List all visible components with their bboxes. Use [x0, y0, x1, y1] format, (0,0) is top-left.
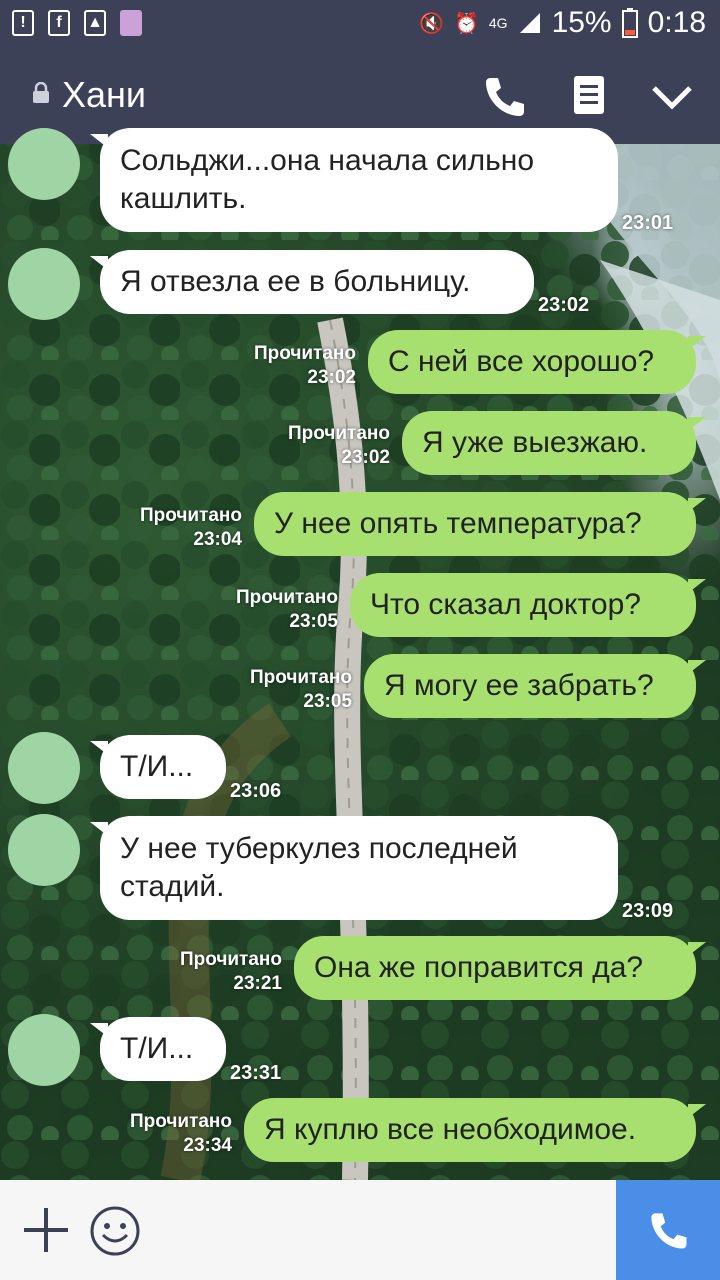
incoming-message[interactable]: Т/И...: [90, 735, 226, 799]
signal-icon: [519, 13, 540, 33]
read-label: Прочитано: [179, 949, 282, 970]
read-receipt: Прочитано 23:02: [244, 342, 356, 390]
message-text: Что сказал доктор?: [370, 588, 641, 621]
read-receipt: Прочитано 23:21: [170, 948, 282, 996]
image-icon: ▲: [84, 10, 106, 36]
message-time: 23:06: [230, 780, 282, 802]
contact-avatar[interactable]: [8, 1014, 80, 1086]
call-header-button[interactable]: [478, 70, 530, 122]
message-time: 23:04: [193, 529, 242, 550]
message-text: У нее туберкулез последней стадий.: [120, 832, 518, 903]
message-text: Т/И...: [120, 1032, 194, 1065]
read-label: Прочитано: [249, 667, 352, 688]
message-text: Я уже выезжаю.: [422, 426, 648, 459]
mute-vibrate-icon: 🔇: [419, 12, 444, 35]
chevron-down-icon: [652, 86, 692, 110]
incoming-message[interactable]: Сольджи...она начала сильно кашлить.: [90, 128, 618, 232]
message-text: Она же поправится да?: [314, 951, 644, 984]
facebook-icon: f: [48, 10, 70, 36]
read-receipt: Прочитано 23:34: [120, 1110, 232, 1158]
message-time: 23:21: [233, 973, 282, 994]
message-text: Сольджи...она начала сильно кашлить.: [120, 144, 535, 215]
contact-avatar[interactable]: [8, 732, 80, 804]
read-receipt: Прочитано 23:05: [226, 586, 338, 634]
message-text: С ней все хорошо?: [388, 345, 655, 378]
chat-title: Хани: [62, 74, 147, 115]
message-time: 23:01: [622, 212, 674, 234]
outgoing-message[interactable]: С ней все хорошо?: [368, 330, 706, 394]
phone-icon: [486, 78, 524, 116]
message-text: У нее опять температура?: [274, 507, 642, 540]
call-button[interactable]: [616, 1180, 720, 1280]
emoji-icon[interactable]: [88, 1204, 142, 1258]
contact-avatar[interactable]: [8, 248, 80, 320]
outgoing-message[interactable]: Я уже выезжаю.: [402, 411, 706, 475]
outgoing-message[interactable]: У нее опять температура?: [254, 492, 706, 556]
bottom-input-bar: [0, 1180, 720, 1280]
message-time: 23:05: [303, 691, 352, 712]
notes-button[interactable]: [564, 70, 616, 122]
network-4g-icon: 4G: [488, 15, 508, 31]
contact-avatar[interactable]: [8, 128, 80, 200]
message-time: 23:05: [289, 611, 338, 632]
message-time: 23:31: [230, 1062, 282, 1084]
status-right: 🔇 ⏰ 4G 15% 0:18: [419, 6, 706, 40]
message-time: 23:02: [538, 294, 590, 316]
outgoing-message[interactable]: Что сказал доктор?: [350, 573, 706, 637]
alert-icon: !: [12, 10, 34, 36]
status-bar: ! f ▲ 🔇 ⏰ 4G 15% 0:18: [0, 0, 720, 48]
outgoing-message[interactable]: Она же поправится да?: [294, 936, 706, 1000]
read-receipt: Прочитано 23:04: [130, 504, 242, 552]
incoming-message[interactable]: Т/И...: [90, 1017, 226, 1081]
clock: 0:18: [647, 6, 706, 39]
message-text: Я могу ее забрать?: [384, 669, 654, 702]
message-time: 23:34: [183, 1135, 232, 1156]
outgoing-message[interactable]: Я могу ее забрать?: [364, 654, 706, 718]
read-label: Прочитано: [287, 423, 390, 444]
expand-menu-button[interactable]: [646, 70, 698, 122]
message-text: Я куплю все необходимое.: [264, 1113, 637, 1146]
battery-percent: 15%: [551, 6, 612, 39]
alarm-icon: ⏰: [453, 12, 479, 35]
read-label: Прочитано: [253, 343, 356, 364]
incoming-message[interactable]: У нее туберкулез последней стадий.: [90, 816, 618, 920]
outgoing-message[interactable]: Я куплю все необходимое.: [244, 1098, 706, 1162]
read-receipt: Прочитано 23:05: [240, 666, 352, 714]
notes-icon: [574, 76, 604, 114]
message-time: 23:02: [341, 447, 390, 468]
plus-icon[interactable]: [22, 1206, 70, 1254]
message-text: Я отвезла ее в больницу.: [120, 265, 471, 298]
app-thumbnail-icon: [120, 10, 142, 36]
message-time: 23:09: [622, 900, 674, 922]
read-label: Прочитано: [235, 587, 338, 608]
incoming-message[interactable]: Я отвезла ее в больницу.: [90, 250, 534, 314]
read-receipt: Прочитано 23:02: [278, 422, 390, 470]
message-text: Т/И...: [120, 750, 194, 783]
read-label: Прочитано: [129, 1111, 232, 1132]
battery-icon: [621, 8, 638, 38]
contact-avatar[interactable]: [8, 814, 80, 886]
status-left-icons: ! f ▲: [12, 10, 142, 36]
lock-icon: [33, 82, 49, 103]
call-icon: [651, 1213, 687, 1249]
message-time: 23:02: [307, 367, 356, 388]
read-label: Прочитано: [139, 505, 242, 526]
